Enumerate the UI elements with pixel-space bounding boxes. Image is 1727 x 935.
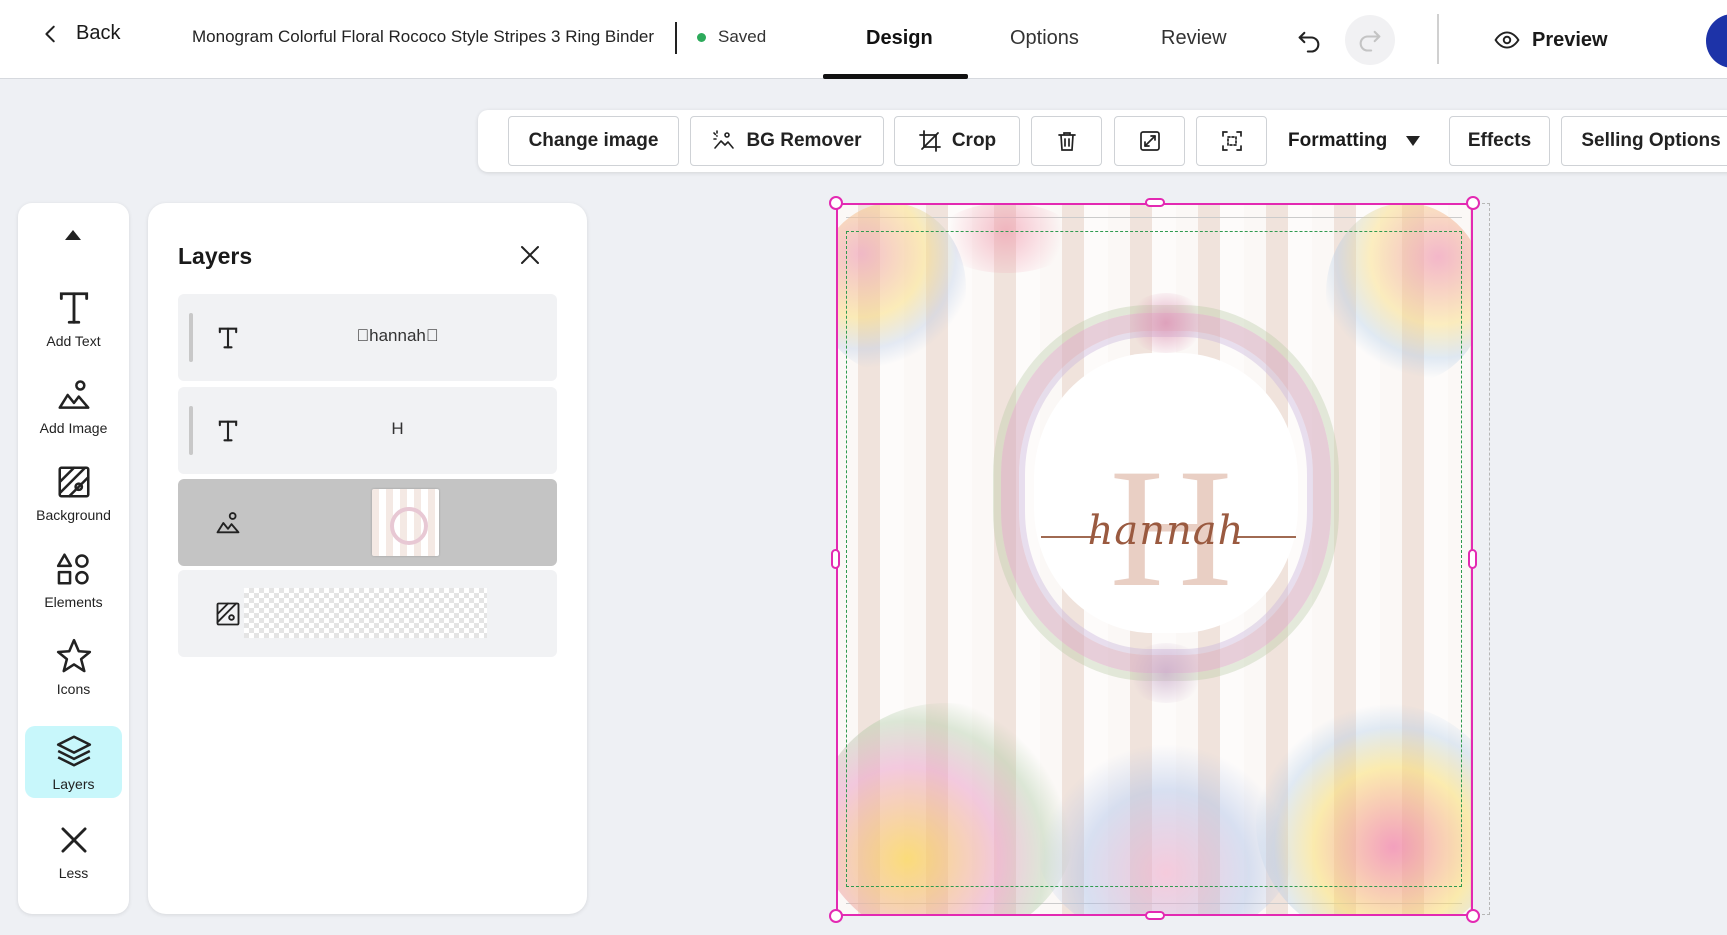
toolbar-divider [1437,14,1439,64]
text-t-icon [59,292,88,324]
top-bar: Back Monogram Colorful Floral Rococo Sty… [0,0,1727,79]
resize-handle-bottom[interactable] [1145,911,1165,920]
crop-button[interactable]: Crop [894,116,1020,166]
resize-handle-bottom-right[interactable] [1466,909,1480,923]
safe-zone-guide [846,231,1462,887]
tab-review[interactable]: Review [1161,27,1227,50]
trash-icon [1057,132,1076,151]
rail-add-text-label: Add Text [46,333,101,349]
tab-options[interactable]: Options [1010,27,1079,50]
star-icon [56,638,91,673]
drag-handle[interactable] [189,406,193,455]
saved-dot-icon [697,32,706,42]
fit-frame-button[interactable] [1196,116,1267,166]
background-icon [216,602,240,626]
resize-handle-top-right[interactable] [1466,196,1480,210]
tab-design[interactable]: Design [866,27,933,50]
close-icon [60,827,87,853]
rail-collapse-up-icon[interactable] [65,230,81,240]
expand-icon [1139,131,1160,151]
layers-title: Layers [178,243,253,269]
rail-add-image-label: Add Image [39,420,108,436]
rail-less-label: Less [58,865,89,881]
crop-label: Crop [951,130,997,151]
rail-elements-label: Elements [44,594,103,610]
active-tab-indicator [823,74,968,79]
layer-label: hannah [356,326,438,345]
selling-options-button[interactable]: Selling Options [1561,116,1727,166]
layer-row-image[interactable] [178,479,557,566]
back-button[interactable]: Back [40,22,120,45]
layer-row-background[interactable] [178,570,557,657]
formatting-dropdown[interactable]: Formatting [1288,116,1421,166]
rail-elements[interactable]: Elements [25,544,122,616]
expand-button[interactable] [1114,116,1185,166]
image-icon [216,512,240,534]
fit-frame-icon [1221,131,1242,151]
bg-remover-icon [713,130,735,149]
resize-handle-right[interactable] [1468,549,1477,569]
layers-icon [56,735,91,767]
rail-icons[interactable]: Icons [25,631,122,703]
effects-label: Effects [1467,130,1532,151]
undo-icon [1298,31,1320,53]
avatar[interactable] [1706,14,1727,68]
title-divider [675,22,677,54]
image-toolbar: Change image BG Remover Crop Formatting … [478,110,1727,172]
design-canvas[interactable]: H hannah [836,203,1472,915]
rail-add-image[interactable]: Add Image [25,370,122,442]
rail-background-label: Background [36,507,111,523]
bg-remover-label: BG Remover [746,130,862,151]
chevron-left-icon [45,25,55,42]
layers-panel: Layers hannah H [148,203,587,914]
delete-button[interactable] [1031,116,1102,166]
resize-handle-top-left[interactable] [829,196,843,210]
resize-handle-top[interactable] [1145,198,1165,207]
shapes-icon [56,553,89,585]
formatting-label: Formatting [1288,130,1388,151]
transparent-background-preview [244,588,487,638]
effects-button[interactable]: Effects [1449,116,1550,166]
rail-less[interactable]: Less [25,815,122,887]
save-status: Saved [697,27,766,47]
rail-icons-label: Icons [56,681,91,697]
drag-handle[interactable] [189,313,193,362]
saved-label: Saved [718,27,767,46]
undo-button[interactable] [1292,24,1326,58]
layer-row-text-name[interactable]: hannah [178,294,557,381]
change-image-label: Change image [528,130,659,151]
preview-button[interactable]: Preview [1494,27,1608,53]
layer-row-text-letter[interactable]: H [178,387,557,474]
rail-layers-label: Layers [52,776,95,792]
tool-rail: Add Text Add Image Background Elements I… [18,203,129,914]
rail-add-text[interactable]: Add Text [25,283,122,355]
redo-icon [1359,30,1381,52]
background-icon [57,466,90,498]
layer-label: H [391,419,404,438]
resize-handle-left[interactable] [831,549,840,569]
layer-image-thumbnail [372,489,439,556]
image-add-icon [57,380,90,409]
rail-layers[interactable]: Layers [25,726,122,798]
redo-button[interactable] [1345,15,1395,65]
document-title: Monogram Colorful Floral Rococo Style St… [192,27,655,46]
rail-background[interactable]: Background [25,457,122,529]
bg-remover-button[interactable]: BG Remover [690,116,884,166]
selling-options-label: Selling Options [1581,130,1721,151]
back-label: Back [76,22,121,44]
preview-label: Preview [1532,28,1608,51]
resize-handle-bottom-left[interactable] [829,909,843,923]
eye-icon [1494,31,1520,49]
close-icon[interactable] [518,243,542,267]
caret-down-icon [1406,136,1421,146]
change-image-button[interactable]: Change image [508,116,679,166]
crop-icon [918,130,941,152]
